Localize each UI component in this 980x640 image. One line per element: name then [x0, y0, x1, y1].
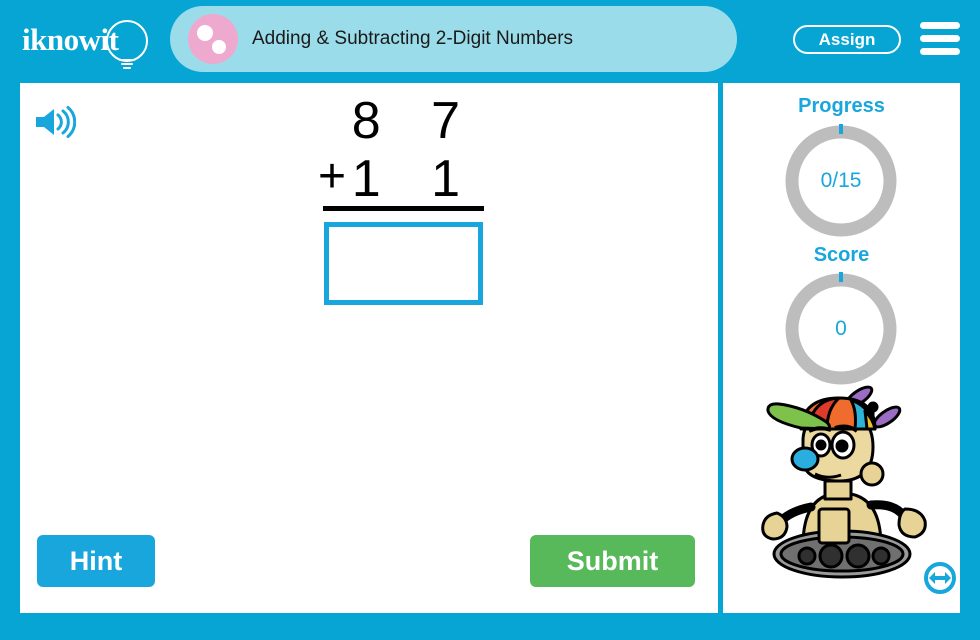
- operator-symbol: +: [318, 150, 347, 203]
- problem-top-row: 8 7: [304, 91, 494, 150]
- speaker-audio-icon[interactable]: [32, 105, 77, 139]
- hint-button[interactable]: Hint: [37, 535, 155, 587]
- robot-mascot-icon: [741, 381, 941, 586]
- hamburger-menu-icon[interactable]: [920, 22, 960, 56]
- lesson-title-bar: Adding & Subtracting 2-Digit Numbers: [170, 6, 737, 72]
- submit-button[interactable]: Submit: [530, 535, 695, 587]
- lightbulb-base-icon: [119, 57, 135, 70]
- score-value: 0: [835, 317, 847, 340]
- top-number: 8 7: [351, 92, 478, 150]
- resize-horizontal-icon[interactable]: [923, 561, 957, 595]
- two-dots-circle-icon: [188, 14, 238, 64]
- assign-button[interactable]: Assign: [793, 25, 901, 54]
- lightbulb-icon: [106, 20, 148, 62]
- score-ring: 0: [781, 269, 901, 389]
- problem-divider-rule: [323, 206, 484, 211]
- brand-logo-text: iknowit: [22, 22, 119, 57]
- math-problem: 8 7 + 1 1: [304, 91, 494, 305]
- bottom-number: 1 1: [351, 150, 478, 208]
- answer-input[interactable]: [324, 222, 483, 305]
- content-panel: 8 7 + 1 1 Hint Submit Progress 0/15 Scor…: [20, 83, 960, 613]
- progress-ring: 0/15: [781, 121, 901, 241]
- brand-logo[interactable]: iknowit: [22, 14, 160, 69]
- page-title: Adding & Subtracting 2-Digit Numbers: [252, 28, 574, 49]
- score-label: Score: [813, 244, 870, 266]
- stats-sidebar: Progress 0/15 Score 0: [723, 83, 960, 613]
- progress-label: Progress: [798, 95, 885, 117]
- app-window: iknowit Adding & Subtracting 2-Digit Num…: [0, 0, 980, 640]
- progress-value: 0/15: [820, 169, 862, 192]
- problem-bottom-row: + 1 1: [304, 149, 494, 208]
- app-header: iknowit Adding & Subtracting 2-Digit Num…: [0, 0, 980, 77]
